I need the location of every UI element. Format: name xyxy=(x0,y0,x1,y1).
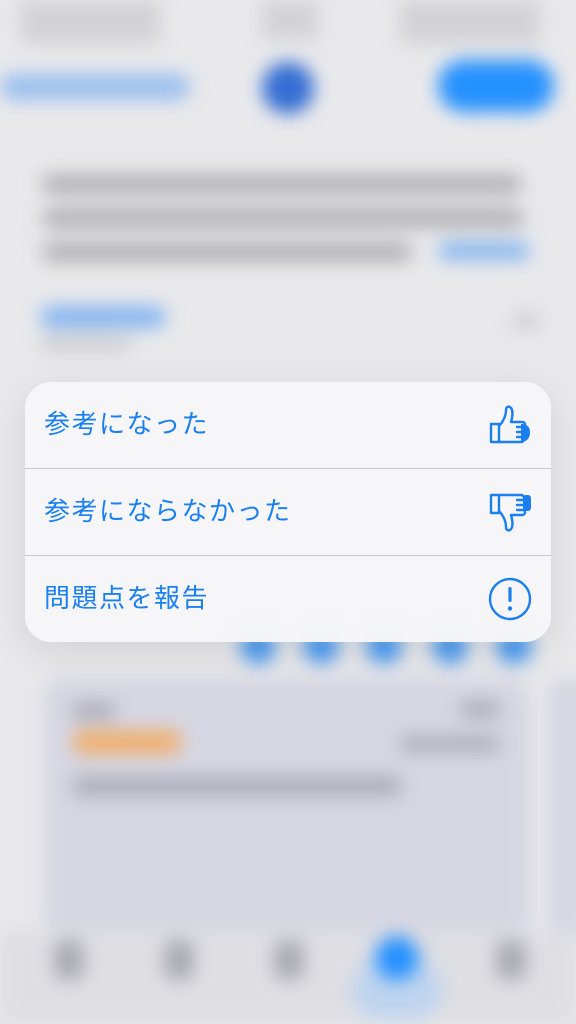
exclamation-circle-icon xyxy=(487,576,533,622)
blurred-avatar xyxy=(262,62,314,114)
report-problem-menu-item[interactable]: 問題点を報告 xyxy=(25,556,551,642)
not-helpful-label: 参考にならなかった xyxy=(44,497,292,527)
blurred-review-card xyxy=(44,678,530,940)
helpful-menu-item[interactable]: 参考になった xyxy=(25,382,551,468)
blurred-tab-bar xyxy=(0,930,576,1024)
blurred-action-button xyxy=(438,60,554,112)
thumbs-up-icon xyxy=(487,402,533,448)
thumbs-down-icon xyxy=(487,489,533,535)
report-problem-label: 問題点を報告 xyxy=(44,584,210,614)
helpful-label: 参考になった xyxy=(44,410,210,440)
not-helpful-menu-item[interactable]: 参考にならなかった xyxy=(25,469,551,555)
blurred-back-link xyxy=(0,74,190,100)
review-context-menu: 参考になった 参考にならなかった 問題点を報告 xyxy=(25,382,551,642)
